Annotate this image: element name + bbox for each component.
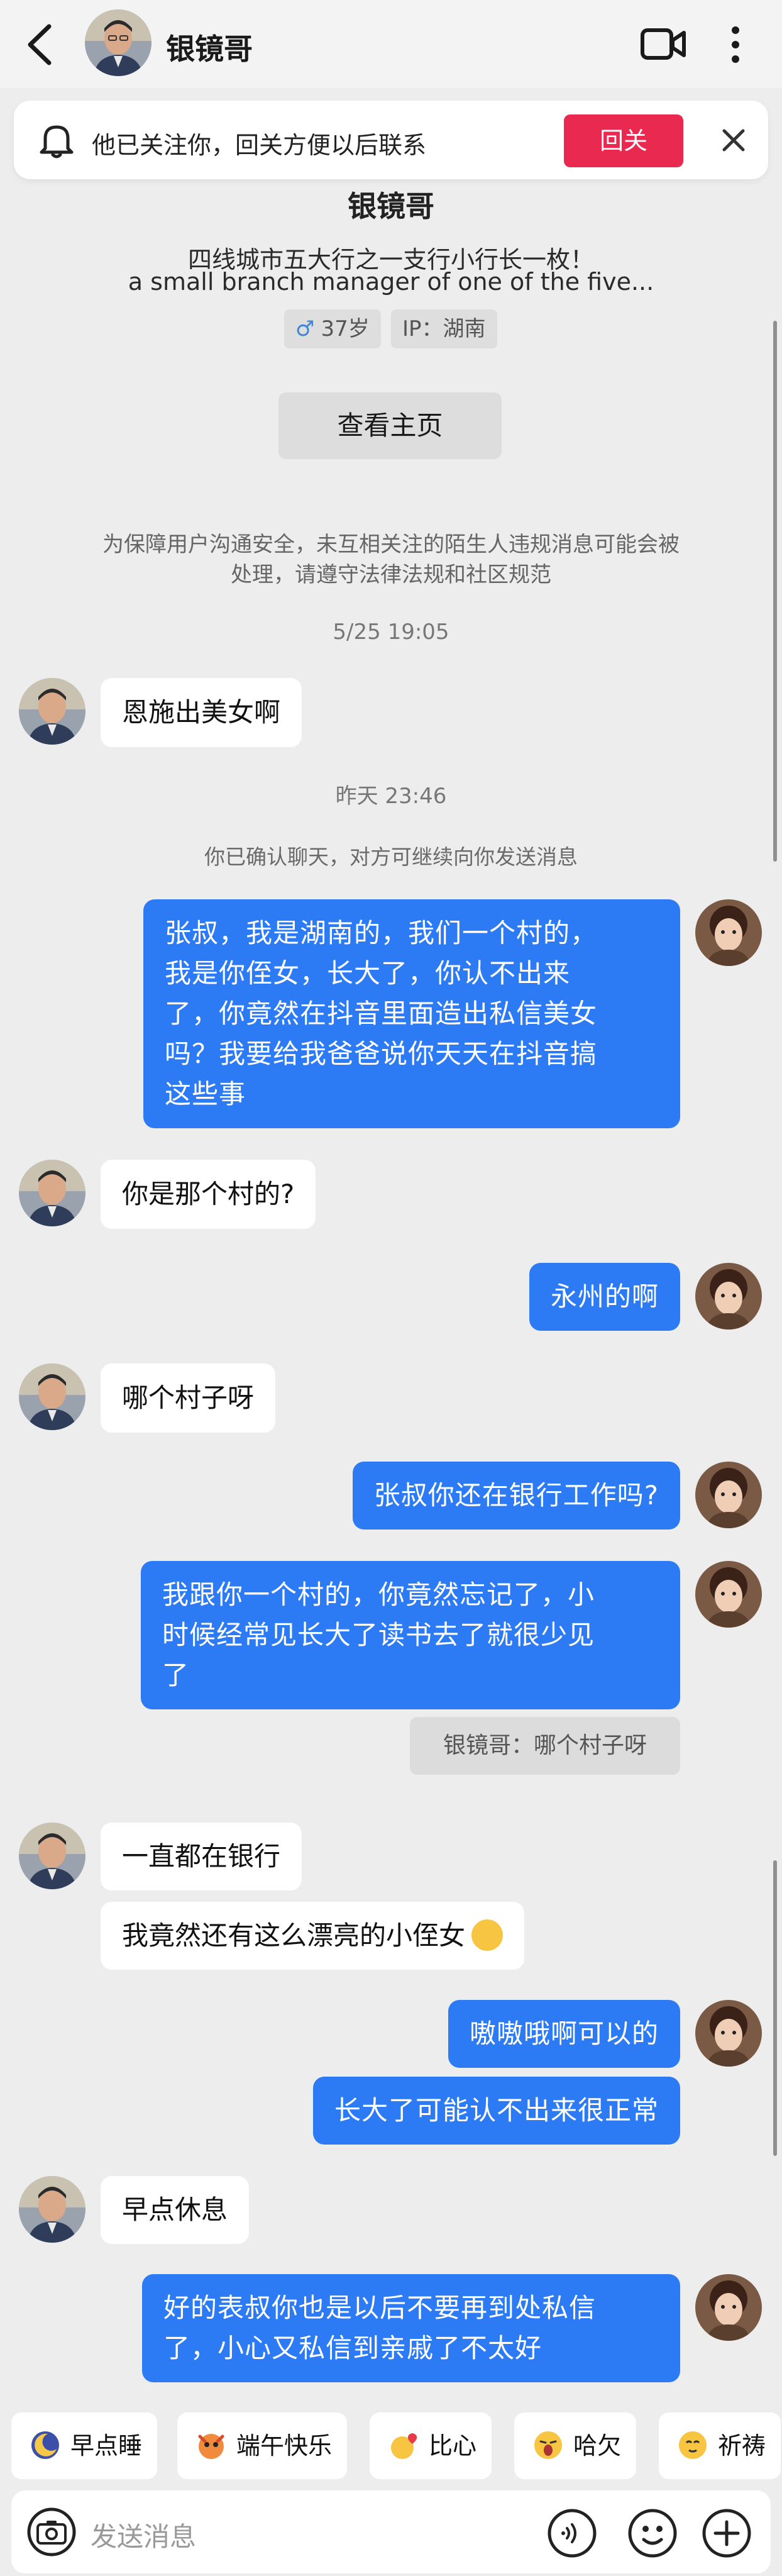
safety-notice-line1: 为保障用户沟通安全，未互相关注的陌生人违规消息可能会被 (102, 532, 680, 557)
message-line: 我是你侄女，长大了，你认不出来 (165, 958, 571, 989)
self-avatar[interactable] (695, 1462, 762, 1528)
moon-icon (31, 2431, 59, 2459)
quick-reply-label: 祈祷 (718, 2432, 766, 2460)
contact-avatar[interactable] (85, 9, 151, 76)
timestamp: 昨天 23:46 (335, 784, 447, 809)
message-line: 吗？我要给我爸爸说你天天在抖音搞 (165, 1038, 598, 1069)
quick-reply-pray[interactable]: 祈祷 (659, 2412, 781, 2479)
quick-reply-heart[interactable]: 比心 (370, 2412, 492, 2479)
message-bubble-right[interactable]: 好的表叔你也是以后不要再到处私信 了，小心又私信到亲戚了不太好 (142, 2274, 680, 2382)
top-bar: 银镜哥 (0, 0, 782, 88)
message-bubble-right[interactable]: 嗷嗷哦啊可以的 (448, 2000, 680, 2068)
message-bubble-left[interactable]: 我竟然还有这么漂亮的小侄女 (101, 1902, 525, 1970)
message-line: 时候经常见长大了读书去了就很少见 (162, 1619, 595, 1650)
message-bubble-right[interactable]: 我跟你一个村的，你竟然忘记了，小 时候经常见长大了读书去了就很少见 了 (141, 1561, 680, 1709)
message-line: 张叔，我是湖南的，我们一个村的， (165, 918, 598, 948)
back-icon[interactable] (24, 23, 59, 67)
message-input[interactable]: 发送消息 (91, 2516, 196, 2554)
video-call-icon[interactable] (640, 25, 686, 63)
male-icon: ♂ (295, 316, 315, 341)
self-avatar[interactable] (695, 1561, 762, 1628)
ip-tag: IP：湖南 (391, 309, 497, 348)
quick-reply-label: 比心 (429, 2432, 477, 2460)
flushed-emoji-icon (471, 1919, 504, 1951)
heart-hand-icon (391, 2433, 417, 2459)
quoted-message[interactable]: 银镜哥：哪个村子呀 (410, 1717, 680, 1775)
plus-icon[interactable] (702, 2508, 752, 2558)
banner-text: 他已关注你，回关方便以后联系 (92, 131, 427, 159)
message-line: 好的表叔你也是以后不要再到处私信 (163, 2292, 597, 2323)
contact-avatar[interactable] (19, 678, 85, 745)
profile-name: 银镜哥 (348, 189, 434, 223)
quick-reply-label: 哈欠 (573, 2432, 622, 2460)
more-icon[interactable] (717, 23, 754, 67)
self-avatar[interactable] (695, 2000, 762, 2067)
message-bubble-left[interactable]: 早点休息 (101, 2176, 250, 2244)
message-bubble-right[interactable]: 长大了可能认不出来很正常 (312, 2077, 680, 2145)
contact-avatar[interactable] (19, 1823, 85, 1889)
self-avatar[interactable] (695, 899, 762, 966)
message-bubble-left[interactable]: 一直都在银行 (101, 1823, 302, 1890)
contact-avatar[interactable] (19, 1363, 85, 1430)
quick-reply-dragon-boat[interactable]: 端午快乐 (177, 2412, 348, 2479)
quick-reply-sleep[interactable]: 早点睡 (11, 2412, 158, 2479)
self-avatar[interactable] (695, 2274, 762, 2341)
voice-icon[interactable] (547, 2508, 597, 2558)
dragon-icon (198, 2433, 224, 2459)
age-text: 37岁 (321, 316, 370, 341)
camera-icon[interactable] (26, 2507, 77, 2557)
bell-icon (40, 125, 74, 158)
follow-back-button[interactable]: 回关 (564, 114, 683, 167)
scrollbar-lower[interactable] (773, 1860, 777, 2156)
emoji-icon[interactable] (627, 2508, 678, 2558)
message-text: 我竟然还有这么漂亮的小侄女 (122, 1920, 466, 1951)
pray-icon (679, 2431, 707, 2459)
contact-avatar[interactable] (19, 1160, 85, 1226)
message-line: 了，小心又私信到亲戚了不太好 (163, 2333, 542, 2363)
message-bubble-left[interactable]: 恩施出美女啊 (101, 678, 302, 747)
message-line: 了，你竟然在抖音里面造出私信美女 (165, 998, 598, 1029)
message-bubble-right[interactable]: 张叔，我是湖南的，我们一个村的， 我是你侄女，长大了，你认不出来 了，你竟然在抖… (143, 899, 680, 1128)
profile-bio-line2: a small branch manager of one of the fiv… (128, 268, 654, 296)
timestamp: 5/25 19:05 (333, 619, 449, 645)
view-home-button[interactable]: 查看主页 (278, 392, 502, 459)
safety-notice-line2: 处理，请遵守法律法规和社区规范 (231, 562, 551, 587)
message-line: 了 (162, 1660, 190, 1690)
quick-reply-label: 端午快乐 (236, 2432, 333, 2460)
message-bubble-right[interactable]: 永州的啊 (529, 1263, 680, 1331)
follow-back-banner: 他已关注你，回关方便以后联系 回关 (14, 101, 768, 179)
message-line: 我跟你一个村的，你竟然忘记了，小 (162, 1579, 595, 1610)
chat-title: 银镜哥 (166, 32, 253, 66)
message-bubble-left[interactable]: 你是那个村的? (101, 1160, 316, 1229)
chat-confirm-notice: 你已确认聊天，对方可继续向你发送消息 (204, 845, 578, 869)
message-line: 这些事 (165, 1079, 246, 1109)
message-bubble-left[interactable]: 哪个村子呀 (101, 1363, 276, 1433)
self-avatar[interactable] (695, 1263, 762, 1330)
age-tag: ♂ 37岁 (284, 309, 381, 348)
contact-avatar[interactable] (19, 2176, 85, 2243)
quick-reply-label: 早点睡 (70, 2432, 143, 2460)
message-bubble-right[interactable]: 张叔你还在银行工作吗? (352, 1462, 680, 1530)
quick-reply-yawn[interactable]: 哈欠 (514, 2412, 637, 2479)
close-icon[interactable] (718, 125, 749, 156)
yawn-icon (534, 2431, 562, 2459)
message-input-bar: 发送消息 (11, 2490, 771, 2573)
